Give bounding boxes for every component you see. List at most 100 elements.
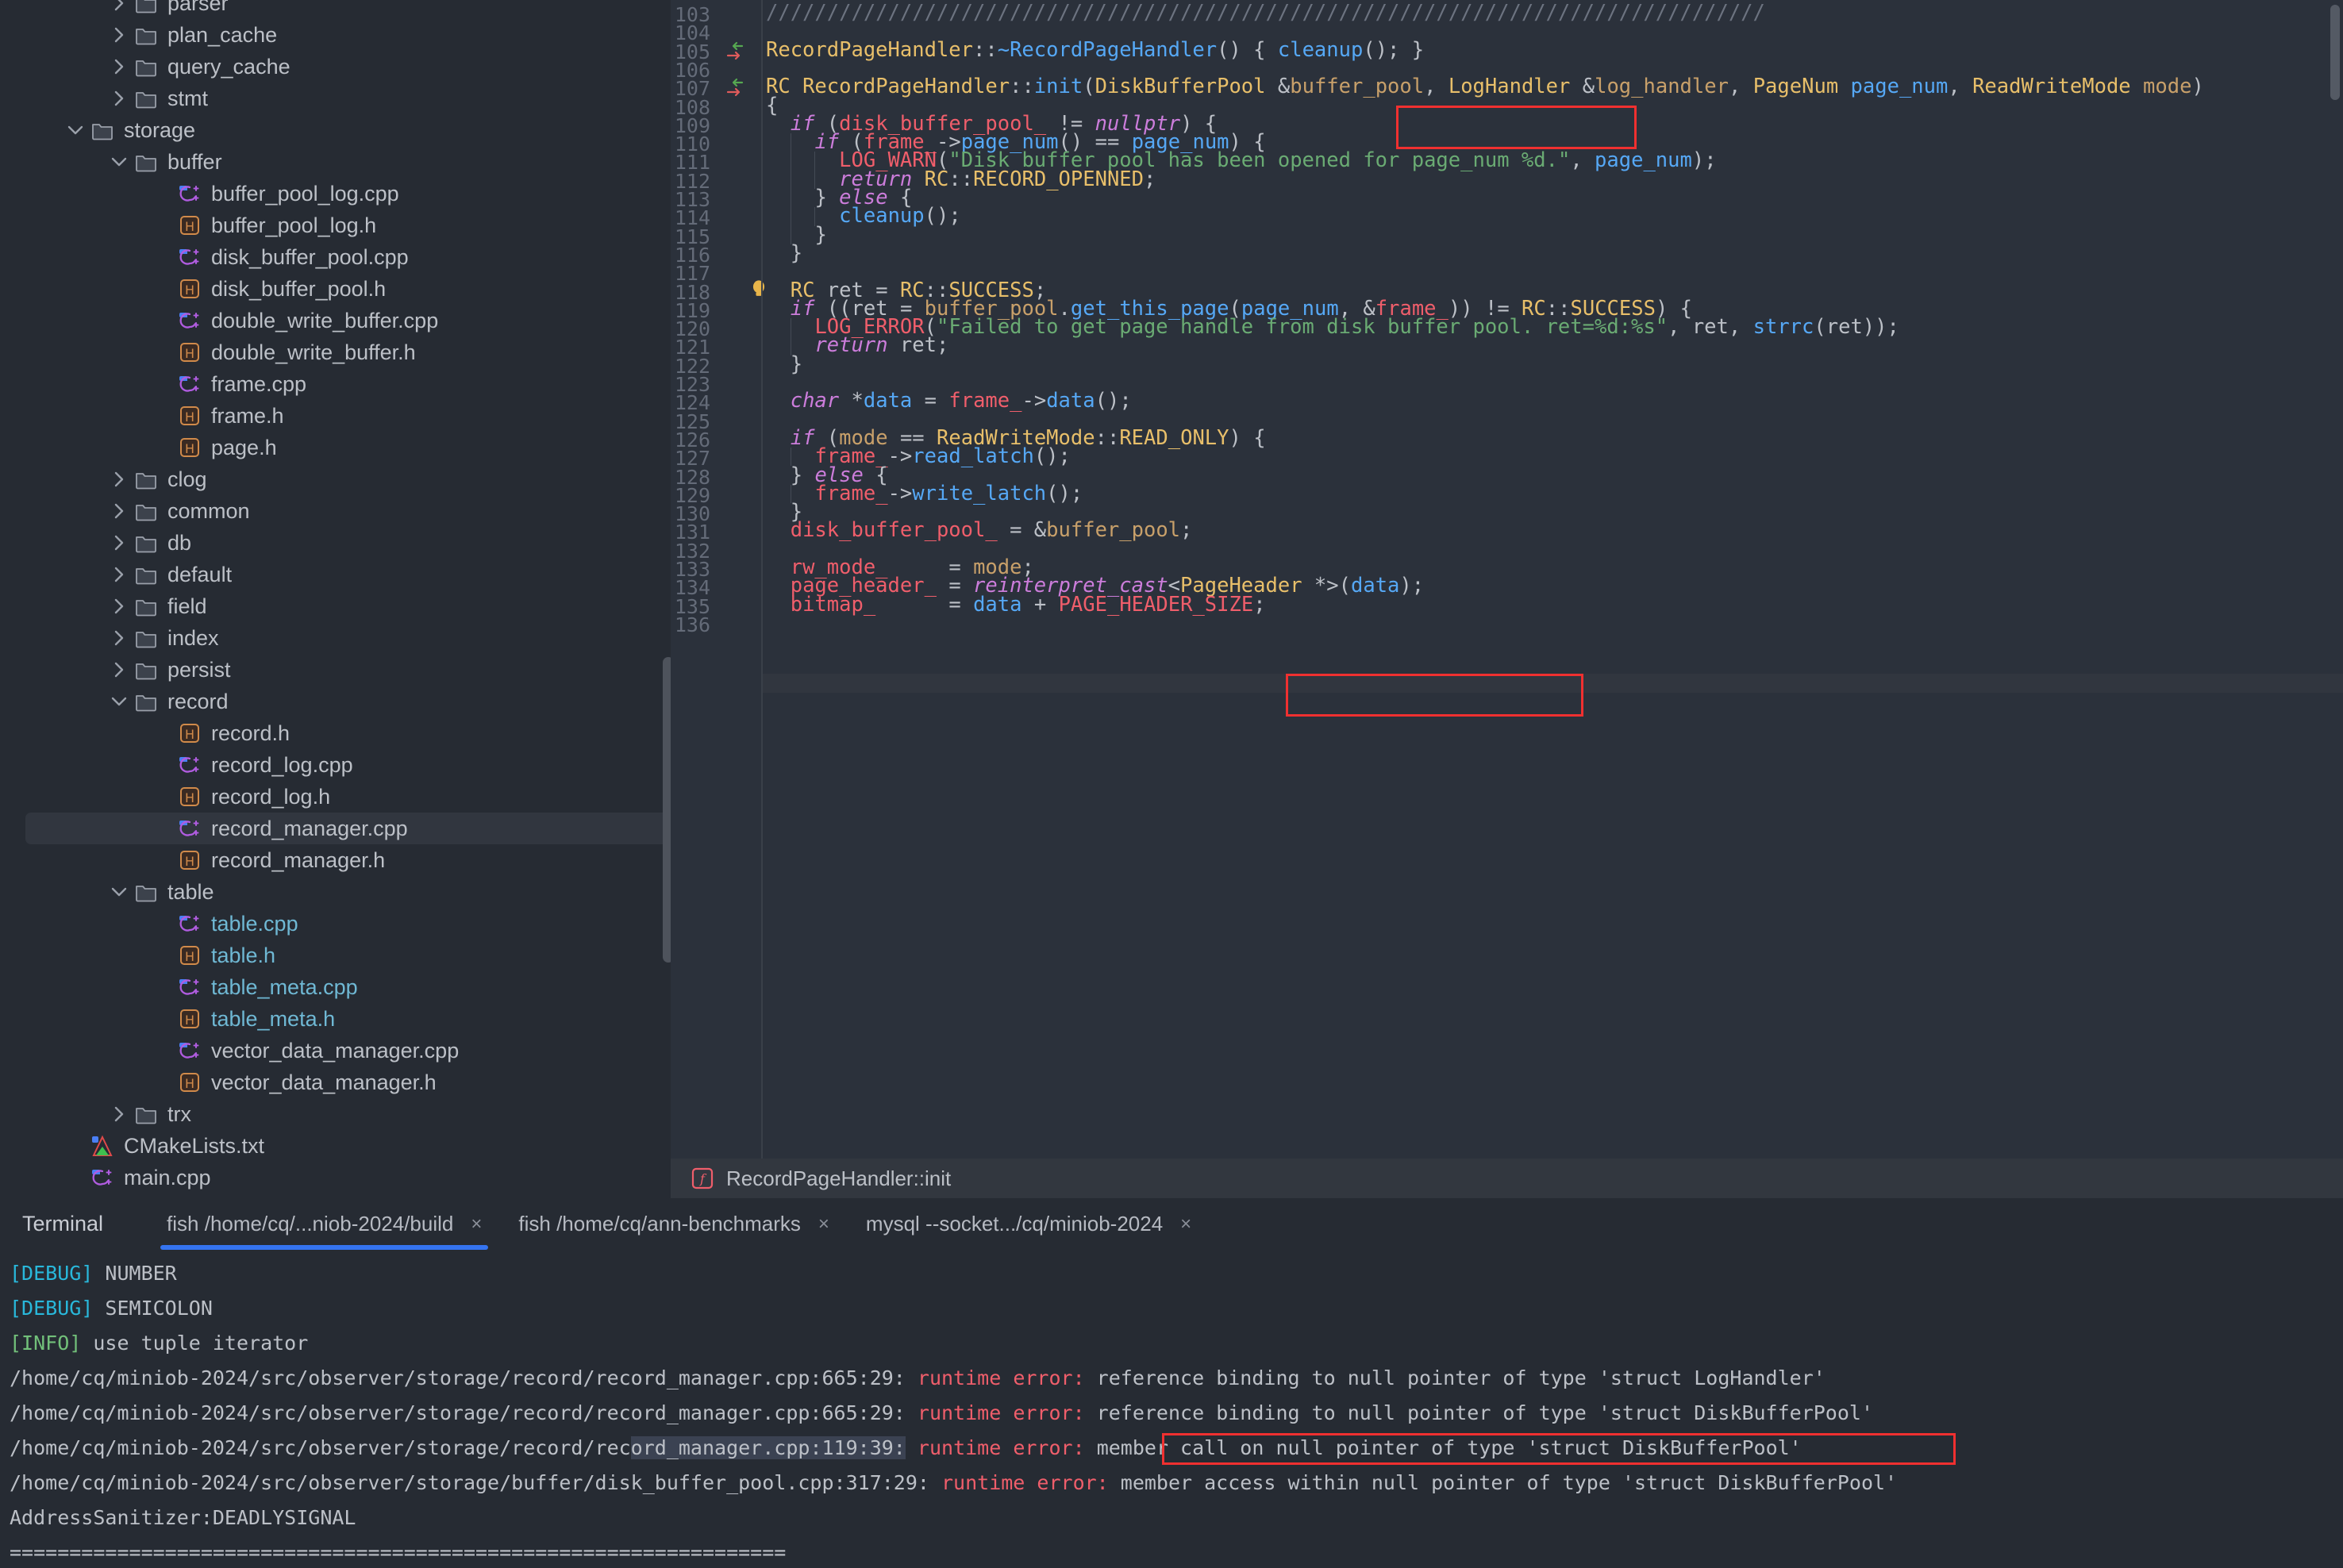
tree-file-row[interactable]: record_manager.cpp	[25, 813, 671, 844]
folder-icon	[133, 561, 160, 588]
tree-folder-row[interactable]: common	[0, 495, 671, 527]
tree-file-row[interactable]: main.cpp	[0, 1162, 671, 1193]
tree-file-row[interactable]: double_write_buffer.cpp	[0, 305, 671, 336]
tree-file-row[interactable]: table_meta.cpp	[0, 971, 671, 1003]
tree-item-label: double_write_buffer.h	[211, 342, 416, 363]
chevron-right-icon[interactable]	[106, 625, 133, 651]
twisty-spacer	[149, 847, 176, 874]
svg-text:H: H	[185, 949, 194, 964]
close-icon[interactable]: ×	[1180, 1213, 1191, 1236]
twisty-spacer	[62, 1164, 89, 1191]
close-icon[interactable]: ×	[818, 1213, 829, 1236]
tree-item-label: storage	[124, 120, 195, 141]
tree-file-row[interactable]: vector_data_manager.cpp	[0, 1035, 671, 1066]
terminal-line: /home/cq/miniob-2024/src/observer/storag…	[10, 1466, 2343, 1501]
tree-file-row[interactable]: Hrecord_log.h	[0, 781, 671, 813]
editor-scrollbar[interactable]	[2330, 5, 2340, 100]
tree-file-row[interactable]: Hbuffer_pool_log.h	[0, 209, 671, 241]
tree-file-row[interactable]: frame.cpp	[0, 368, 671, 400]
chevron-right-icon[interactable]	[106, 53, 133, 80]
code-editor[interactable]: 1031041051061071081091101111121131141151…	[671, 0, 2343, 1198]
folder-icon	[133, 148, 160, 175]
tree-folder-row[interactable]: buffer	[0, 146, 671, 178]
svg-text:H: H	[185, 282, 194, 298]
chevron-down-icon[interactable]	[106, 148, 133, 175]
chevron-down-icon[interactable]	[62, 117, 89, 144]
cpp-file-icon	[176, 1037, 203, 1064]
chevron-right-icon[interactable]	[106, 1101, 133, 1128]
tree-file-row[interactable]: record_log.cpp	[0, 749, 671, 781]
twisty-spacer	[149, 371, 176, 398]
folder-icon	[89, 117, 116, 144]
terminal-tab[interactable]: fish /home/cq/ann-benchmarks×	[506, 1198, 842, 1250]
tree-file-row[interactable]: Htable_meta.h	[0, 1003, 671, 1035]
tree-folder-row[interactable]: persist	[0, 654, 671, 686]
twisty-spacer	[149, 275, 176, 302]
tree-folder-row[interactable]: stmt	[0, 83, 671, 114]
tree-file-row[interactable]: Hdouble_write_buffer.h	[0, 336, 671, 368]
svg-text:H: H	[185, 790, 194, 805]
editor-split: parserplan_cachequery_cachestmt storage bu…	[0, 0, 2343, 1198]
breadcrumb[interactable]: f RecordPageHandler::init	[671, 1159, 2343, 1198]
chevron-down-icon[interactable]	[106, 688, 133, 715]
tree-folder-row[interactable]: field	[0, 590, 671, 622]
chevron-right-icon[interactable]	[106, 21, 133, 48]
tree-folder-row[interactable]: plan_cache	[0, 19, 671, 51]
tree-scrollbar[interactable]	[663, 657, 671, 963]
chevron-right-icon[interactable]	[106, 593, 133, 620]
tree-file-row[interactable]: Hdisk_buffer_pool.h	[0, 273, 671, 305]
chevron-right-icon[interactable]	[106, 561, 133, 588]
project-file-tree[interactable]: parserplan_cachequery_cachestmt storage bu…	[0, 0, 671, 1198]
tree-folder-row[interactable]: record	[0, 686, 671, 717]
header-file-icon: H	[176, 847, 203, 874]
tree-item-label: vector_data_manager.h	[211, 1072, 437, 1093]
header-file-icon: H	[176, 402, 203, 429]
tree-file-row[interactable]: Hrecord_manager.h	[0, 844, 671, 876]
tree-file-row[interactable]: CMakeLists.txt	[0, 1130, 671, 1162]
chevron-right-icon[interactable]	[106, 85, 133, 112]
svg-text:H: H	[185, 1076, 194, 1091]
tree-file-row[interactable]: Hpage.h	[0, 432, 671, 463]
tree-file-row[interactable]: buffer_pool_log.cpp	[0, 178, 671, 209]
tree-file-row[interactable]: Htable.h	[0, 940, 671, 971]
ide-window: parserplan_cachequery_cachestmt storage bu…	[0, 0, 2343, 1568]
chevron-right-icon[interactable]	[106, 656, 133, 683]
folder-icon	[133, 466, 160, 493]
chevron-down-icon[interactable]	[106, 878, 133, 905]
close-icon[interactable]: ×	[471, 1213, 482, 1236]
terminal-tab[interactable]: mysql --socket.../cq/miniob-2024×	[853, 1198, 1204, 1250]
folder-icon	[133, 688, 160, 715]
folder-icon	[133, 85, 160, 112]
terminal-tab[interactable]: fish /home/cq/...niob-2024/build×	[154, 1198, 494, 1250]
terminal-panel[interactable]: Terminal fish /home/cq/...niob-2024/buil…	[0, 1198, 2343, 1568]
tree-file-row[interactable]: Hframe.h	[0, 400, 671, 432]
terminal-output[interactable]: [DEBUG] NUMBER[DEBUG] SEMICOLON[INFO] us…	[0, 1250, 2343, 1567]
tree-folder-row[interactable]: default	[0, 559, 671, 590]
code-line: bitmap_ = data + PAGE_HEADER_SIZE;	[766, 596, 1266, 614]
tree-item-label: table.cpp	[211, 913, 298, 935]
tree-folder-row[interactable]: query_cache	[0, 51, 671, 83]
terminal-tab-bar[interactable]: Terminal fish /home/cq/...niob-2024/buil…	[0, 1198, 2343, 1250]
tree-file-row[interactable]: Hvector_data_manager.h	[0, 1066, 671, 1098]
tree-folder-row[interactable]: parser	[0, 0, 671, 19]
chevron-right-icon[interactable]	[106, 498, 133, 525]
chevron-right-icon[interactable]	[106, 0, 133, 17]
tree-folder-row[interactable]: storage	[0, 114, 671, 146]
code-text[interactable]: ////////////////////////////////////////…	[766, 0, 2343, 1159]
cpp-file-icon	[89, 1164, 116, 1191]
tree-folder-row[interactable]: trx	[0, 1098, 671, 1130]
chevron-right-icon[interactable]	[106, 466, 133, 493]
chevron-right-icon[interactable]	[106, 529, 133, 556]
runtime-error-label: runtime error:	[918, 1436, 1085, 1459]
tree-file-row[interactable]: Hrecord.h	[0, 717, 671, 749]
tree-file-row[interactable]: table.cpp	[0, 908, 671, 940]
tree-folder-row[interactable]: clog	[0, 463, 671, 495]
tree-folder-row[interactable]: db	[0, 527, 671, 559]
svg-text:H: H	[185, 854, 194, 869]
tree-folder-row[interactable]: index	[0, 622, 671, 654]
tree-item-label: disk_buffer_pool.h	[211, 279, 386, 300]
tree-file-row[interactable]: disk_buffer_pool.cpp	[0, 241, 671, 273]
tree-folder-row[interactable]: table	[0, 876, 671, 908]
svg-text:H: H	[185, 441, 194, 456]
tree-item-label: table_meta.cpp	[211, 977, 358, 998]
